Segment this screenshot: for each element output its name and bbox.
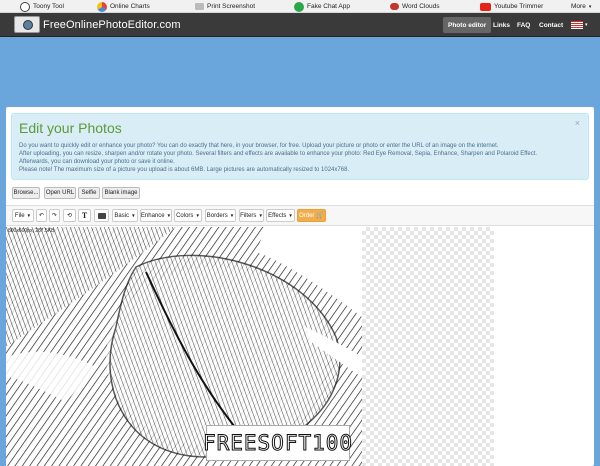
transparent-canvas-area [362,227,494,466]
print-icon [195,3,204,10]
print-screenshot-link[interactable]: Print Screenshot [195,1,255,12]
text-icon: T [81,211,88,220]
insert-image-button[interactable] [94,209,109,222]
caret-icon: ▼ [26,213,32,218]
caret-icon: ▼ [229,213,235,218]
filters-menu[interactable]: Filters ▼ [239,209,264,222]
word-clouds-link[interactable]: Word Clouds [390,1,439,12]
order-button[interactable]: Order 🛒 [297,209,326,222]
caret-icon: ▼ [288,213,293,218]
nav-photo-editor[interactable]: Photo editor [443,17,492,33]
redo-button[interactable]: ↷ [49,209,60,222]
youtube-trimmer-link[interactable]: Youtube Trimmer [480,1,543,12]
more-menu[interactable]: More ▾ [571,1,591,12]
effects-menu[interactable]: Effects ▼ [266,209,295,222]
chevron-down-icon: ▾ [588,3,592,10]
charts-icon [97,1,107,12]
selfie-button[interactable]: Selfie [78,187,100,199]
page-title: Edit your Photos [19,120,122,136]
image-icon [97,212,106,219]
chat-icon [294,1,304,12]
top-links-bar: Toony Tool Online Charts Print Screensho… [0,0,600,13]
caret-icon: ▼ [195,213,200,218]
undo-icon: ↶ [38,213,45,219]
redo-icon: ↷ [51,213,58,219]
camera-icon [14,16,40,33]
caret-icon: ▼ [166,213,172,218]
alert-line: After uploading, you can resize, sharpen… [19,151,538,157]
caret-icon: ▼ [258,213,263,218]
main-navbar: FreeOnlinePhotoEditor.com Photo editor L… [0,13,600,37]
basic-menu[interactable]: Basic ▼ [112,209,138,222]
youtube-icon [480,2,491,11]
toony-tool-icon [20,1,30,12]
nav-links[interactable]: Links [488,17,515,33]
rotate-icon: ⟲ [66,213,73,219]
chevron-down-icon: ▾ [585,22,588,28]
alert-line: Do you want to quickly edit or enhance y… [19,143,499,149]
close-icon[interactable]: × [575,118,580,128]
undo-button[interactable]: ↶ [36,209,47,222]
open-url-button[interactable]: Open URL [44,187,76,199]
file-menu[interactable]: File ▼ [12,209,34,222]
us-flag-icon [571,21,583,29]
watermark-label: FREESOFT100 [202,425,353,461]
image-size-info: 800x600px, 287.5KB [8,228,55,234]
site-logo[interactable]: FreeOnlinePhotoEditor.com [14,16,181,33]
rotate-button[interactable]: ⟲ [63,209,76,222]
info-alert: Edit your Photos × Do you want to quickl… [11,113,589,180]
colors-menu[interactable]: Colors ▼ [174,209,202,222]
text-tool-button[interactable]: T [78,209,91,222]
fake-chat-link[interactable]: Fake Chat App [294,1,350,12]
borders-menu[interactable]: Borders ▼ [205,209,236,222]
alert-line: Please note! The maximum size of a pictu… [19,167,350,173]
language-dropdown[interactable]: ▾ [566,17,593,33]
cart-icon: 🛒 [316,213,324,219]
enhance-menu[interactable]: Enhance ▼ [140,209,172,222]
online-charts-link[interactable]: Online Charts [97,1,150,12]
cloud-icon [390,3,399,10]
nav-faq[interactable]: FAQ [512,17,535,33]
caret-icon: ▼ [131,213,136,218]
toony-tool-link[interactable]: Toony Tool [20,1,64,12]
nav-contact[interactable]: Contact [534,17,568,33]
blank-image-button[interactable]: Blank image [102,187,140,199]
browse-button[interactable]: Browse... [12,187,40,199]
alert-line: Afterwards, you can download your photo … [19,159,175,165]
